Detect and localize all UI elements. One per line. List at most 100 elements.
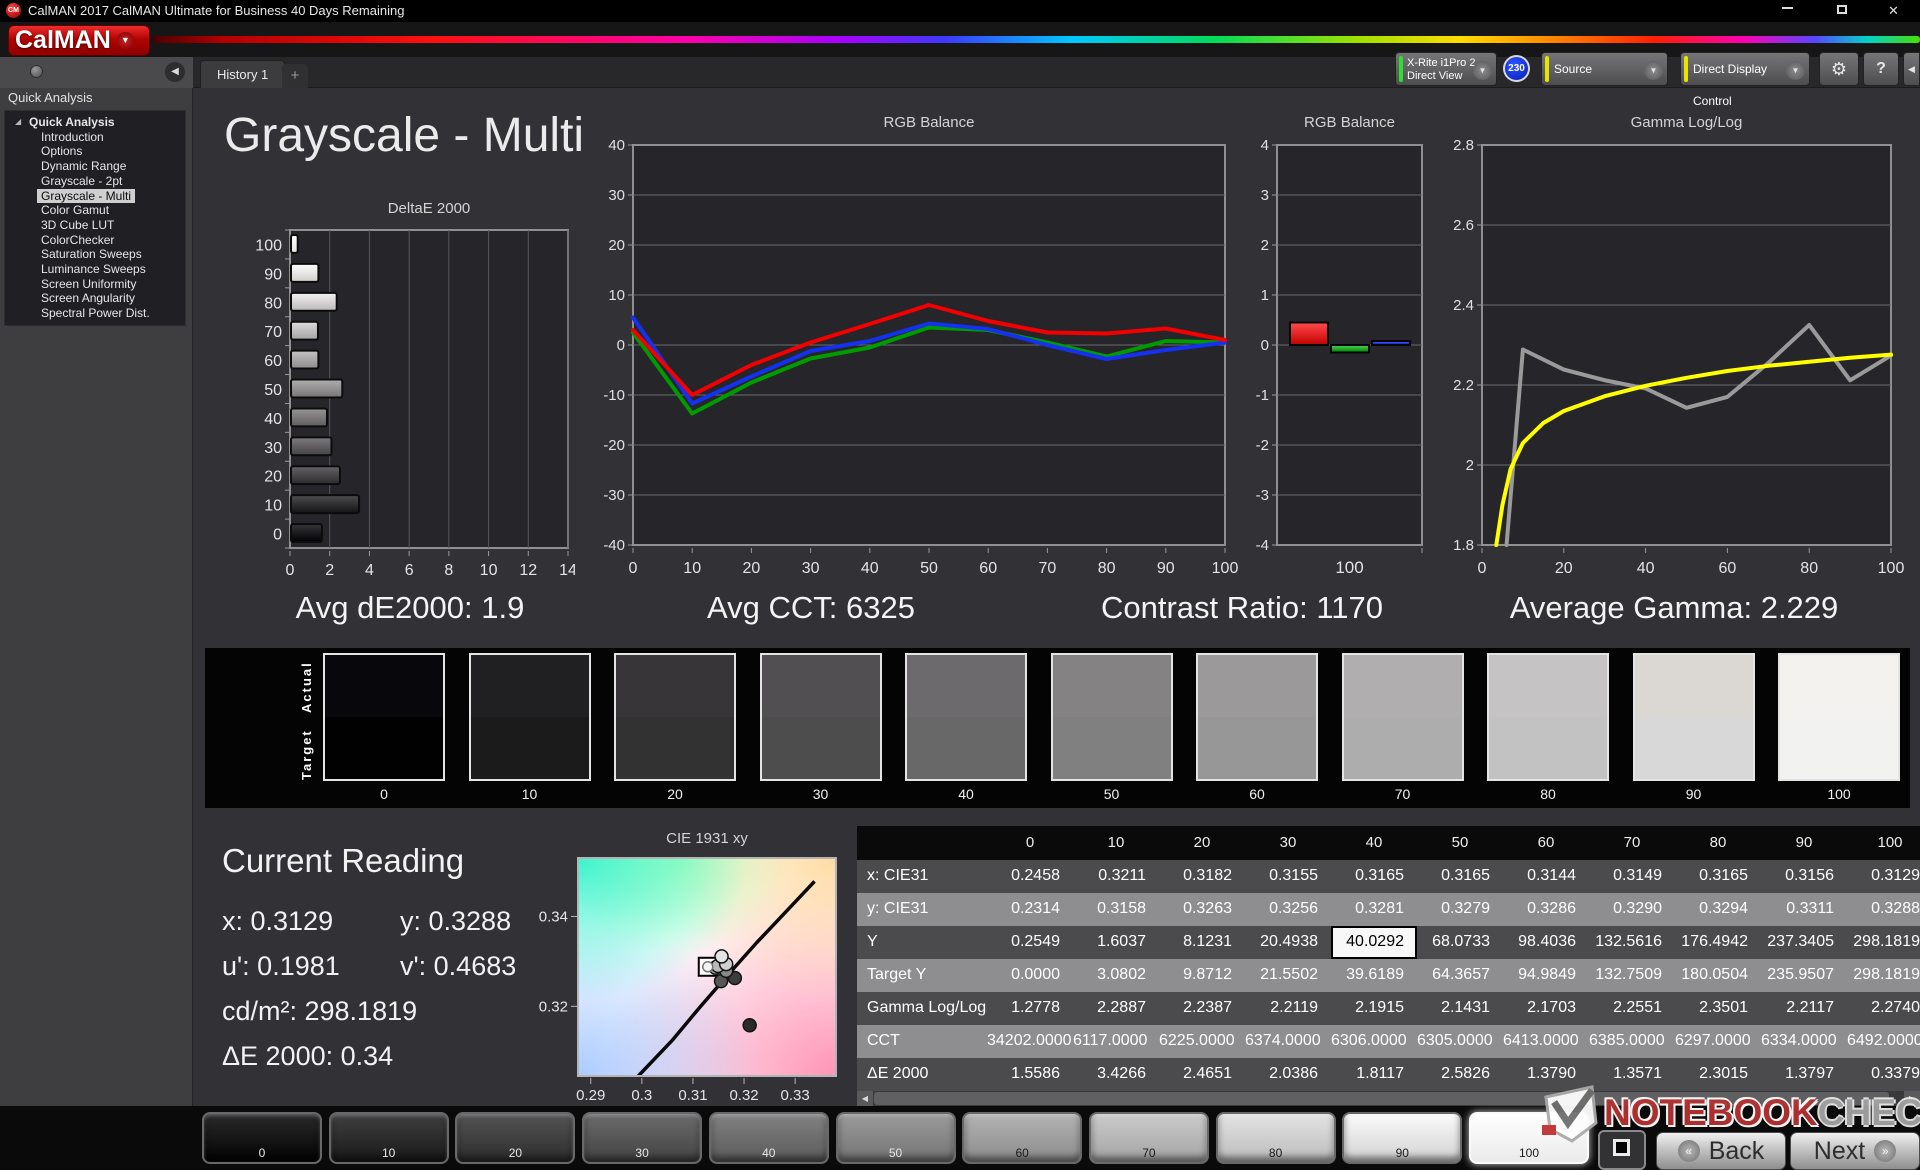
table-cell[interactable]: 6225.0000 (1159, 1025, 1245, 1058)
table-cell[interactable]: 2.1915 (1331, 992, 1417, 1025)
sidebar-item-luminance-sweeps[interactable]: Luminance Sweeps (37, 262, 150, 276)
table-cell[interactable]: 2.1431 (1417, 992, 1503, 1025)
table-cell[interactable]: 6297.0000 (1675, 1025, 1761, 1058)
table-cell[interactable]: 6385.0000 (1589, 1025, 1675, 1058)
table-cell[interactable]: 6334.0000 (1761, 1025, 1847, 1058)
table-cell[interactable]: 6413.0000 (1503, 1025, 1589, 1058)
table-cell[interactable]: 132.7509 (1589, 959, 1675, 992)
table-cell[interactable]: 98.4036 (1503, 926, 1589, 959)
table-cell[interactable]: 235.9507 (1761, 959, 1847, 992)
table-cell[interactable]: 2.3015 (1675, 1058, 1761, 1091)
table-cell[interactable]: 6305.0000 (1417, 1025, 1503, 1058)
tree-expander-icon[interactable]: ◢ (15, 117, 21, 126)
table-cell[interactable]: 2.2740 (1847, 992, 1920, 1025)
table-cell[interactable]: 34202.0000 (987, 1025, 1073, 1058)
table-cell[interactable]: 0.3263 (1159, 893, 1245, 926)
table-cell[interactable]: 2.2551 (1589, 992, 1675, 1025)
level-button-30[interactable]: 30 (582, 1112, 703, 1164)
table-cell[interactable]: 8.1231 (1159, 926, 1245, 959)
table-cell[interactable]: 1.3790 (1503, 1058, 1589, 1091)
table-cell[interactable]: 0.3182 (1159, 860, 1245, 893)
table-cell[interactable]: 0.3156 (1761, 860, 1847, 893)
table-cell[interactable]: 0.3129 (1847, 860, 1920, 893)
toolbar-collapse-button[interactable]: ◀ (1903, 52, 1920, 86)
level-button-90[interactable]: 90 (1342, 1112, 1463, 1164)
table-cell[interactable]: 64.3657 (1417, 959, 1503, 992)
sidebar-item-screen-angularity[interactable]: Screen Angularity (37, 291, 139, 305)
table-cell[interactable]: 0.3158 (1073, 893, 1159, 926)
table-cell[interactable]: 3.0802 (1073, 959, 1159, 992)
table-cell[interactable]: 0.3144 (1503, 860, 1589, 893)
table-cell[interactable]: 0.2549 (987, 926, 1073, 959)
level-button-100[interactable]: 100 (1469, 1112, 1589, 1164)
sidebar-collapse-button[interactable]: ◀ (165, 62, 185, 82)
table-cell[interactable]: 1.5586 (987, 1058, 1073, 1091)
sidebar-item-color-gamut[interactable]: Color Gamut (37, 203, 113, 217)
table-cell[interactable]: 2.1703 (1503, 992, 1589, 1025)
table-cell[interactable]: 0.3288 (1847, 893, 1920, 926)
stop-button[interactable] (1598, 1130, 1646, 1170)
table-cell[interactable]: 0.3379 (1847, 1058, 1920, 1091)
table-cell[interactable]: 2.2387 (1159, 992, 1245, 1025)
level-button-40[interactable]: 40 (708, 1112, 829, 1164)
table-cell[interactable]: 94.9849 (1503, 959, 1589, 992)
minimize-button[interactable] (1765, 0, 1810, 22)
sidebar-item-options[interactable]: Options (37, 144, 86, 158)
level-button-10[interactable]: 10 (328, 1112, 449, 1164)
table-cell[interactable]: 0.3165 (1417, 860, 1503, 893)
table-cell[interactable]: 176.4942 (1675, 926, 1761, 959)
table-cell[interactable]: 2.3501 (1675, 992, 1761, 1025)
level-button-20[interactable]: 20 (455, 1112, 576, 1164)
back-button[interactable]: « Back (1656, 1132, 1786, 1170)
table-cell[interactable]: 2.2117 (1761, 992, 1847, 1025)
table-cell[interactable]: 20.4938 (1245, 926, 1331, 959)
table-cell[interactable]: 1.3797 (1761, 1058, 1847, 1091)
table-cell[interactable]: 3.4266 (1073, 1058, 1159, 1091)
table-cell[interactable]: 0.3286 (1503, 893, 1589, 926)
table-cell[interactable]: 0.3165 (1331, 860, 1417, 893)
table-scrollbar[interactable]: ◀ ▶ (857, 1091, 1920, 1106)
table-cell[interactable]: 132.5616 (1589, 926, 1675, 959)
table-cell[interactable]: 298.1819 (1847, 926, 1920, 959)
sidebar-item-saturation-sweeps[interactable]: Saturation Sweeps (37, 247, 146, 261)
table-cell[interactable]: 9.8712 (1159, 959, 1245, 992)
table-cell[interactable]: 0.2458 (987, 860, 1073, 893)
help-button[interactable]: ? (1863, 52, 1899, 86)
table-cell[interactable]: 0.3279 (1417, 893, 1503, 926)
tab-history-1[interactable]: History 1 (200, 60, 286, 88)
sidebar-item-screen-uniformity[interactable]: Screen Uniformity (37, 277, 140, 291)
table-cell[interactable]: 2.5826 (1417, 1058, 1503, 1091)
table-cell[interactable]: 2.0386 (1245, 1058, 1331, 1091)
table-cell[interactable]: 0.3155 (1245, 860, 1331, 893)
sidebar-item-grayscale-multi[interactable]: Grayscale - Multi (37, 188, 136, 203)
settings-button[interactable]: ⚙ (1819, 52, 1859, 86)
table-cell[interactable]: 39.6189 (1331, 959, 1417, 992)
table-cell[interactable]: 2.2119 (1245, 992, 1331, 1025)
sidebar-item-colorchecker[interactable]: ColorChecker (37, 233, 118, 247)
table-cell[interactable]: 0.3294 (1675, 893, 1761, 926)
display-control-dropdown[interactable]: Direct Display Control ▼ (1680, 52, 1810, 108)
sidebar-item-3d-cube-lut[interactable]: 3D Cube LUT (37, 218, 118, 232)
table-cell[interactable]: 1.6037 (1073, 926, 1159, 959)
table-cell[interactable]: 0.3281 (1331, 893, 1417, 926)
table-cell[interactable]: 1.2778 (987, 992, 1073, 1025)
scroll-right-icon[interactable]: ▶ (1904, 1091, 1920, 1106)
close-button[interactable]: ✕ (1871, 0, 1916, 22)
meter-dropdown[interactable]: X-Rite i1Pro 2 Direct View ▼ (1395, 52, 1497, 86)
scroll-left-icon[interactable]: ◀ (857, 1091, 873, 1106)
table-cell[interactable]: 298.1819 (1847, 959, 1920, 992)
table-cell[interactable]: 237.3405 (1761, 926, 1847, 959)
table-cell[interactable]: 0.0000 (987, 959, 1073, 992)
table-cell[interactable]: 21.5502 (1245, 959, 1331, 992)
scrollbar-thumb[interactable] (874, 1092, 1889, 1105)
table-cell[interactable]: 1.8117 (1331, 1058, 1417, 1091)
table-cell[interactable]: 0.3165 (1675, 860, 1761, 893)
maximize-button[interactable] (1819, 0, 1864, 22)
sidebar-item-dynamic-range[interactable]: Dynamic Range (37, 159, 130, 173)
source-dropdown[interactable]: Source ▼ (1541, 52, 1668, 86)
table-cell[interactable]: 40.0292 (1331, 926, 1417, 959)
table-cell[interactable]: 0.3211 (1073, 860, 1159, 893)
table-cell[interactable]: 2.4651 (1159, 1058, 1245, 1091)
table-cell[interactable]: 1.3571 (1589, 1058, 1675, 1091)
table-cell[interactable]: 6492.0000 (1847, 1025, 1920, 1058)
